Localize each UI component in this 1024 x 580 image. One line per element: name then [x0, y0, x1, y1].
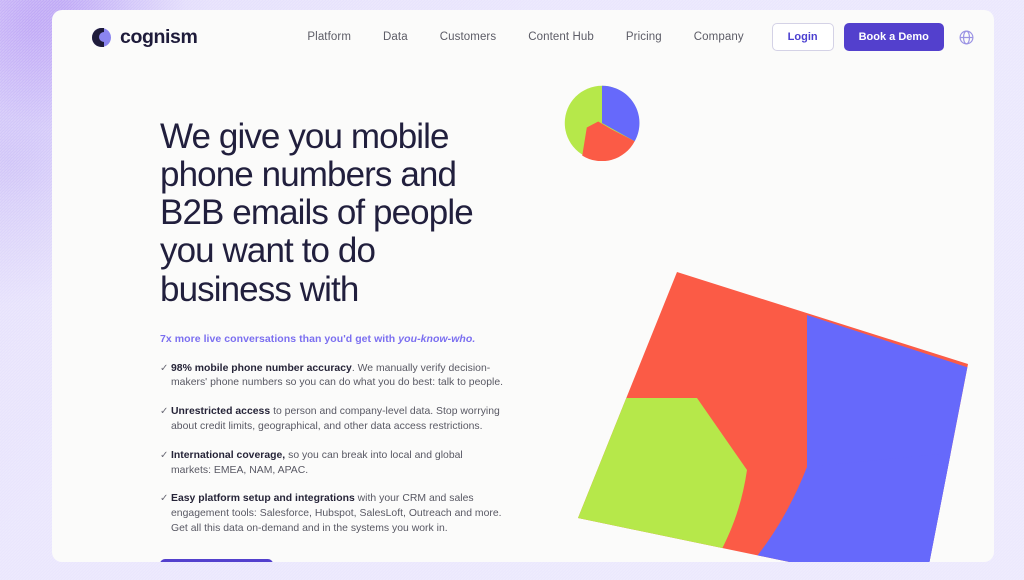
hero-kicker-lead: 7x more live conversations than you'd ge…: [160, 332, 399, 345]
cognism-logo-icon: [92, 27, 111, 47]
nav-item-pricing[interactable]: Pricing: [626, 31, 662, 43]
benefit-headline: Easy platform setup and integrations: [171, 493, 355, 505]
header-actions: Login Book a Demo: [771, 23, 977, 51]
benefit-headline: 98% mobile phone number accuracy: [171, 362, 352, 374]
language-selector-button[interactable]: [957, 27, 977, 47]
page-card: cognism Platform Data Customers Content …: [52, 10, 994, 562]
login-button[interactable]: Login: [771, 23, 834, 51]
check-icon: ✓: [160, 493, 169, 505]
hero-kicker: 7x more live conversations than you'd ge…: [160, 333, 505, 345]
book-demo-button[interactable]: Book a Demo: [843, 23, 944, 51]
check-icon: ✓: [160, 406, 169, 418]
benefit-list: ✓ 98% mobile phone number accuracy. We ma…: [160, 362, 505, 537]
hero-kicker-italic: you-know-who.: [398, 332, 476, 345]
hero-section: We give you mobile phone numbers and B2B…: [160, 117, 505, 562]
nav-item-content-hub[interactable]: Content Hub: [528, 31, 594, 43]
check-icon: ✓: [160, 449, 169, 461]
nav-item-platform[interactable]: Platform: [307, 31, 351, 43]
hero-book-demo-button[interactable]: Book a demo →: [160, 558, 274, 562]
segmented-circle-graphic: [564, 85, 640, 161]
site-header: cognism Platform Data Customers Content …: [52, 10, 994, 64]
brand-logo-link[interactable]: cognism: [92, 25, 198, 49]
check-icon: ✓: [160, 362, 169, 374]
nav-item-customers[interactable]: Customers: [440, 31, 497, 43]
benefit-headline: International coverage,: [171, 449, 286, 461]
benefit-item: ✓ Easy platform setup and integrations wi…: [160, 492, 505, 536]
nav-item-data[interactable]: Data: [383, 31, 408, 43]
benefit-item: ✓ International coverage, so you can brea…: [160, 449, 505, 479]
benefit-headline: Unrestricted access: [171, 406, 271, 418]
page-title: We give you mobile phone numbers and B2B…: [160, 117, 474, 309]
benefit-item: ✓ Unrestricted access to person and compa…: [160, 405, 505, 435]
globe-icon: [959, 30, 974, 44]
nav-item-company[interactable]: Company: [694, 31, 744, 43]
benefit-item: ✓ 98% mobile phone number accuracy. We ma…: [160, 362, 505, 392]
rotated-square-graphic: [578, 272, 968, 562]
main-navigation: Platform Data Customers Content Hub Pric…: [307, 31, 743, 43]
brand-name: cognism: [120, 25, 198, 48]
